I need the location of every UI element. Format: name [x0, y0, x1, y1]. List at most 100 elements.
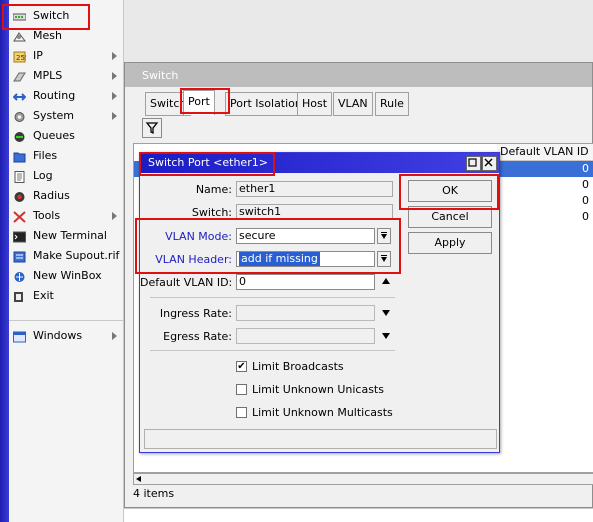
- scroll-left-icon[interactable]: [136, 476, 141, 482]
- horizontal-scrollbar[interactable]: [133, 473, 593, 485]
- radius-icon: [13, 190, 26, 202]
- maximize-button[interactable]: [466, 156, 481, 171]
- column-header-default-vlan-id[interactable]: Default VLAN ID: [497, 144, 593, 161]
- menu-item-label: New Terminal: [33, 229, 107, 242]
- menu-item-label: Routing: [33, 89, 76, 102]
- menu-item-queues[interactable]: Queues: [9, 126, 123, 146]
- field-separator: [150, 297, 395, 298]
- svg-text:255: 255: [16, 54, 26, 62]
- menu-item-files[interactable]: Files: [9, 146, 123, 166]
- supout-icon: [13, 250, 26, 263]
- submenu-arrow-icon: [112, 52, 117, 60]
- menu-item-exit[interactable]: Exit: [9, 286, 123, 306]
- annotation-box-dialog-title: [139, 152, 275, 176]
- limit-unknown-unicasts-label: Limit Unknown Unicasts: [252, 383, 384, 396]
- limit-broadcasts-label: Limit Broadcasts: [252, 360, 344, 373]
- item-count-status: 4 items: [133, 487, 175, 500]
- ingress-rate-label: Ingress Rate:: [159, 307, 232, 320]
- maximize-icon: [468, 158, 477, 167]
- annotation-box-switch: [2, 4, 90, 30]
- menu-item-make-supout[interactable]: Make Supout.rif: [9, 246, 123, 266]
- menu-separator: [9, 320, 123, 321]
- cell-default-vlan-id: 0: [582, 210, 589, 223]
- field-separator: [150, 350, 395, 351]
- egress-rate-field[interactable]: [236, 328, 375, 344]
- mesh-icon: [13, 30, 26, 42]
- submenu-arrow-icon: [112, 112, 117, 120]
- menu-item-routing[interactable]: Routing: [9, 86, 123, 106]
- menu-item-label: Queues: [33, 129, 75, 142]
- tab-port-isolation[interactable]: Port Isolation: [225, 92, 307, 116]
- menu-item-ip[interactable]: 255 IP: [9, 46, 123, 66]
- log-icon: [13, 170, 26, 183]
- limit-unknown-unicasts-checkbox[interactable]: [236, 384, 247, 395]
- expand-down-icon[interactable]: [382, 333, 390, 339]
- system-icon: [13, 110, 26, 122]
- desktop-area: [124, 0, 593, 64]
- menu-item-log[interactable]: Log: [9, 166, 123, 186]
- terminal-icon: [13, 230, 26, 243]
- tab-vlan[interactable]: VLAN: [333, 92, 373, 116]
- switch-window-title: Switch: [142, 69, 179, 82]
- ingress-rate-field[interactable]: [236, 305, 375, 321]
- cell-default-vlan-id: 0: [582, 178, 589, 191]
- cell-default-vlan-id: 0: [582, 162, 589, 175]
- menu-item-label: Windows: [33, 329, 83, 342]
- limit-broadcasts-checkbox[interactable]: ✔: [236, 361, 247, 372]
- menu-item-tools[interactable]: Tools: [9, 206, 123, 226]
- files-icon: [13, 150, 26, 163]
- default-vlan-id-field[interactable]: 0: [236, 274, 375, 290]
- cell-default-vlan-id: 0: [582, 194, 589, 207]
- annotation-box-ok: [399, 174, 499, 210]
- menu-item-label: Make Supout.rif: [33, 249, 120, 262]
- exit-icon: [13, 290, 26, 302]
- close-icon: [484, 158, 493, 167]
- expand-down-icon[interactable]: [382, 310, 390, 316]
- routing-icon: [12, 90, 27, 102]
- menu-item-windows[interactable]: Windows: [9, 326, 123, 346]
- close-button[interactable]: [482, 156, 497, 171]
- menu-item-new-terminal[interactable]: New Terminal: [9, 226, 123, 246]
- winbox-icon: [13, 270, 26, 282]
- collapse-up-icon[interactable]: [382, 278, 390, 284]
- menu-item-radius[interactable]: Radius: [9, 186, 123, 206]
- desktop-bottom: [124, 508, 593, 522]
- default-vlan-id-label: Default VLAN ID:: [140, 276, 233, 289]
- submenu-arrow-icon: [112, 72, 117, 80]
- submenu-arrow-icon: [112, 212, 117, 220]
- menu-item-label: System: [33, 109, 75, 122]
- menu-item-label: Log: [33, 169, 53, 182]
- annotation-box-port-tab: [180, 88, 230, 114]
- menu-item-label: Tools: [33, 209, 61, 222]
- windows-icon: [13, 330, 26, 343]
- submenu-arrow-icon: [112, 332, 117, 340]
- dialog-status-bar: [144, 429, 497, 449]
- side-menu: Switch Mesh 255 IP MPLS Routing System Q…: [9, 0, 124, 522]
- name-field[interactable]: ether1: [236, 181, 393, 197]
- apply-button[interactable]: Apply: [408, 232, 492, 254]
- tab-rule[interactable]: Rule: [375, 92, 409, 116]
- annotation-box-vlan-settings: [135, 218, 401, 274]
- egress-rate-label: Egress Rate:: [163, 330, 232, 343]
- filter-button[interactable]: [142, 118, 162, 138]
- filter-icon: [145, 122, 159, 135]
- queues-icon: [13, 130, 26, 142]
- mpls-icon: [13, 70, 26, 82]
- limit-unknown-multicasts-label: Limit Unknown Multicasts: [252, 406, 393, 419]
- menu-item-label: Radius: [33, 189, 70, 202]
- submenu-arrow-icon: [112, 92, 117, 100]
- menu-item-label: Files: [33, 149, 58, 162]
- tools-icon: [13, 210, 26, 223]
- switch-window-titlebar[interactable]: Switch: [125, 63, 592, 87]
- menu-item-new-winbox[interactable]: New WinBox: [9, 266, 123, 286]
- menu-item-label: MPLS: [33, 69, 63, 82]
- menu-item-label: Exit: [33, 289, 54, 302]
- tab-host[interactable]: Host: [297, 92, 333, 116]
- name-label: Name:: [195, 183, 232, 196]
- menu-item-system[interactable]: System: [9, 106, 123, 126]
- menu-item-label: New WinBox: [33, 269, 102, 282]
- menu-item-label: IP: [33, 49, 43, 62]
- menu-item-mpls[interactable]: MPLS: [9, 66, 123, 86]
- ip-icon: 255: [13, 50, 29, 63]
- limit-unknown-multicasts-checkbox[interactable]: [236, 407, 247, 418]
